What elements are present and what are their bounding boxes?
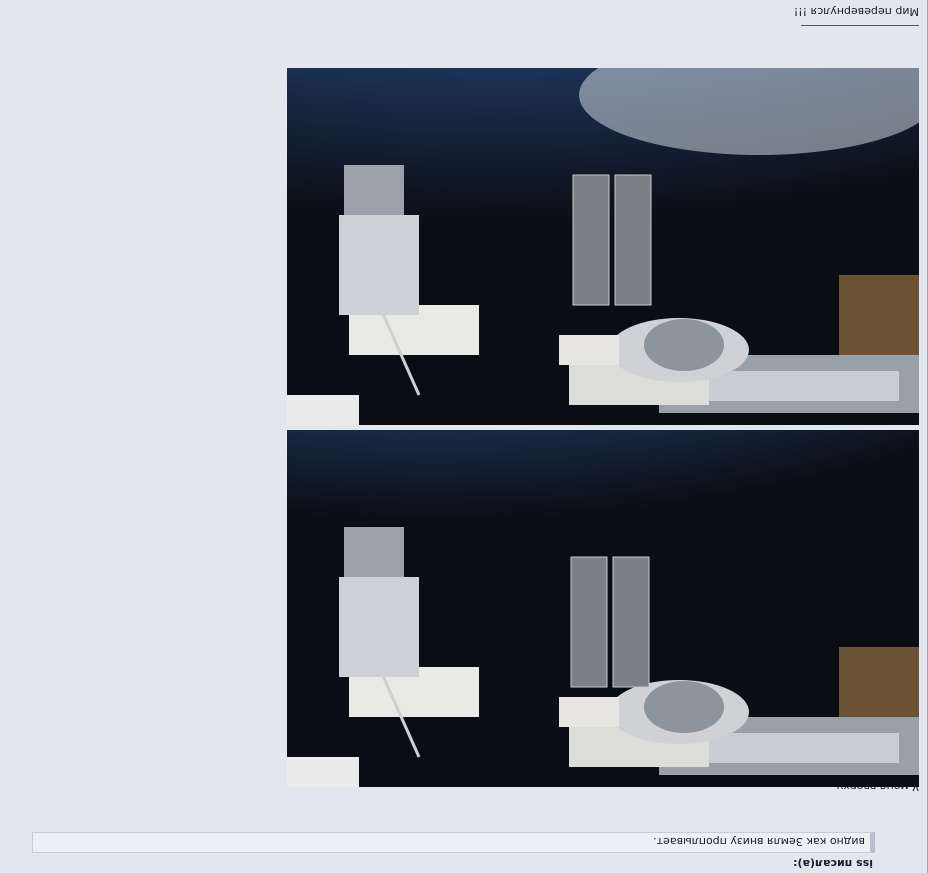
quote-box: видно как Земля внизу проплывает. — [32, 832, 875, 853]
signature-text: Мир перевернулся !!! — [793, 5, 919, 18]
signature-divider — [801, 25, 919, 26]
quote-author: iss писал(а): — [793, 857, 873, 870]
iss-photo-upper — [287, 68, 919, 425]
post-content: iss писал(а): видно как Земля внизу проп… — [0, 0, 928, 873]
iss-photo-lower — [287, 430, 919, 787]
quote-text: видно как Земля внизу проплывает. — [653, 835, 865, 848]
